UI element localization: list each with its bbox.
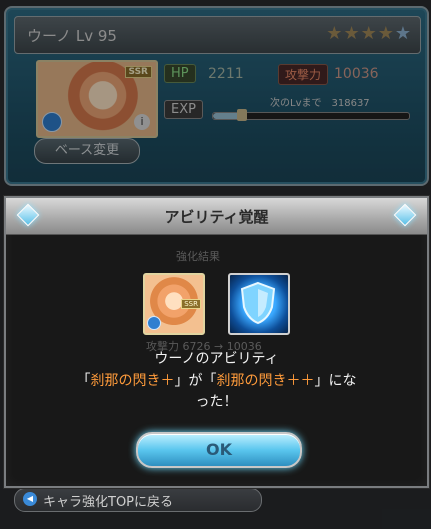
ssr-badge: SSR (181, 299, 201, 309)
background-result-heading: 強化結果 (176, 250, 220, 263)
element-icon (147, 316, 161, 330)
ability-awaken-dialog: アビリティ覚醒 強化結果 攻撃力 6726 → 10036 SSR ウーノのアビ… (4, 196, 429, 488)
ability-before: 刹那の閃き＋ (90, 373, 175, 389)
back-to-top-button[interactable]: ◀ キャラ強化TOPに戻る (14, 488, 262, 512)
quote-open: 「 (76, 373, 91, 389)
character-icon: SSR (143, 273, 205, 335)
ability-after: 刹那の閃き＋＋ (216, 373, 315, 389)
message-line-1: ウーノのアビリティ (154, 351, 279, 367)
message-line-2: 「刹那の閃き＋」が「刹那の閃き＋＋」にな (26, 370, 407, 390)
back-arrow-icon: ◀ (23, 492, 37, 506)
ability-icon (228, 273, 290, 335)
dialog-header: アビリティ覚醒 (6, 198, 427, 235)
message-line-3: った！ (195, 394, 238, 410)
back-to-top-label: キャラ強化TOPに戻る (43, 495, 174, 510)
shield-icon (240, 281, 276, 325)
dialog-title: アビリティ覚醒 (164, 208, 269, 226)
ok-button[interactable]: OK (136, 432, 302, 468)
quote-close: 」にな (314, 373, 357, 389)
quote-mid: 」が「 (174, 373, 217, 389)
